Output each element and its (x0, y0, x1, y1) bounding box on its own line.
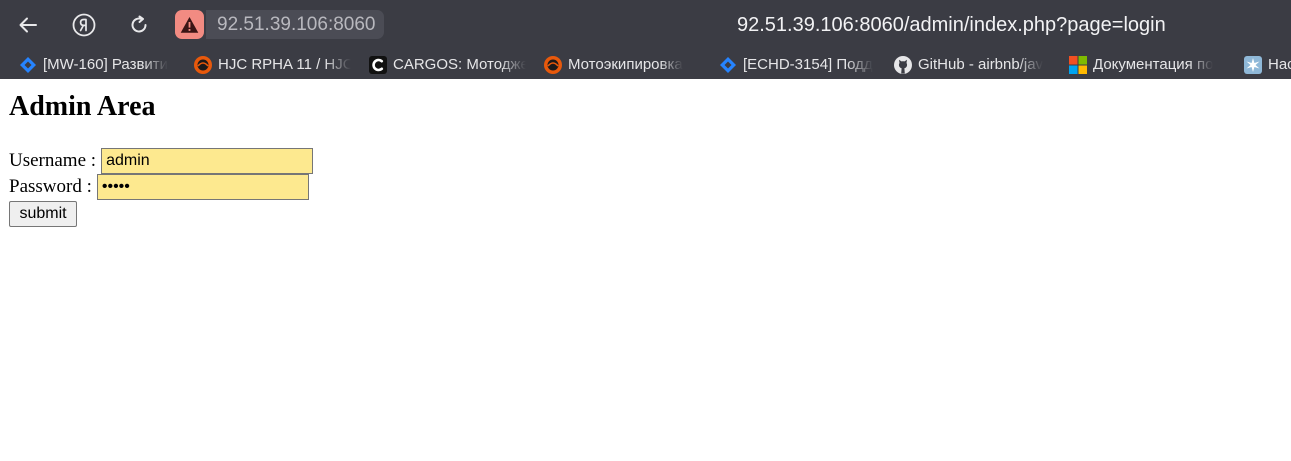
yandex-button[interactable] (68, 9, 100, 41)
page-url-text: 92.51.39.106:8060/admin/index.php?page=l… (737, 13, 1166, 36)
microsoft-icon (1068, 55, 1088, 75)
bookmark-item[interactable]: GitHub - airbnb/jav (893, 53, 1051, 76)
address-bar[interactable]: 92.51.39.106:8060 (206, 10, 384, 39)
bookmark-item[interactable]: HJC RPHA 11 / HJC (193, 53, 351, 76)
bookmark-label: Документация по (1093, 56, 1214, 73)
security-warning-button[interactable] (175, 10, 204, 39)
reload-icon (131, 15, 147, 33)
submit-button[interactable]: submit (9, 201, 77, 227)
bookmark-label: Нас (1268, 56, 1291, 73)
cargos-icon (368, 55, 388, 75)
page-url-title: 92.51.39.106:8060/admin/index.php?page=l… (737, 12, 1166, 38)
bookmarks-bar: [MW-160] Развити HJC RPHA 11 / HJC CARGO… (0, 50, 1291, 79)
bookmark-label: GitHub - airbnb/jav (918, 56, 1044, 73)
jira-icon (18, 55, 38, 75)
motorcycle-site-icon (543, 55, 563, 75)
username-row: Username : (9, 148, 314, 174)
bookmark-item[interactable]: Документация по (1068, 53, 1228, 76)
bookmark-item[interactable]: Мотоэкипировка (543, 53, 698, 76)
jira-icon (718, 55, 738, 75)
username-label: Username : (9, 150, 97, 171)
browser-toolbar: 92.51.39.106:8060 92.51.39.106:8060/admi… (0, 0, 1291, 50)
bookmark-item[interactable]: [MW-160] Развити (18, 53, 178, 76)
motorcycle-site-icon (193, 55, 213, 75)
bookmark-label: HJC RPHA 11 / HJC (218, 56, 351, 73)
settings-star-icon (1243, 55, 1263, 75)
bookmark-label: Мотоэкипировка (568, 56, 683, 73)
password-label: Password : (9, 176, 92, 197)
back-button[interactable] (12, 9, 44, 41)
page-content: Admin Area Username : Password : submit (0, 79, 1291, 461)
page-title: Admin Area (9, 91, 156, 122)
back-arrow-icon (19, 17, 37, 33)
yandex-logo-icon (72, 13, 96, 37)
bookmark-item[interactable]: Нас (1243, 53, 1291, 76)
reload-button[interactable] (123, 9, 155, 41)
bookmark-label: [ECHD-3154] Подд (743, 56, 873, 73)
address-bar-text: 92.51.39.106:8060 (217, 13, 376, 35)
username-input[interactable] (101, 148, 314, 174)
bookmark-item[interactable]: [ECHD-3154] Подд (718, 53, 878, 76)
password-input[interactable] (96, 174, 309, 200)
password-row: Password : (9, 174, 309, 200)
bookmark-label: CARGOS: Мотодже (393, 56, 526, 73)
github-icon (893, 55, 913, 75)
warning-triangle-icon (180, 16, 199, 33)
bookmark-label: [MW-160] Развити (43, 56, 169, 73)
bookmark-item[interactable]: CARGOS: Мотодже (368, 53, 526, 76)
